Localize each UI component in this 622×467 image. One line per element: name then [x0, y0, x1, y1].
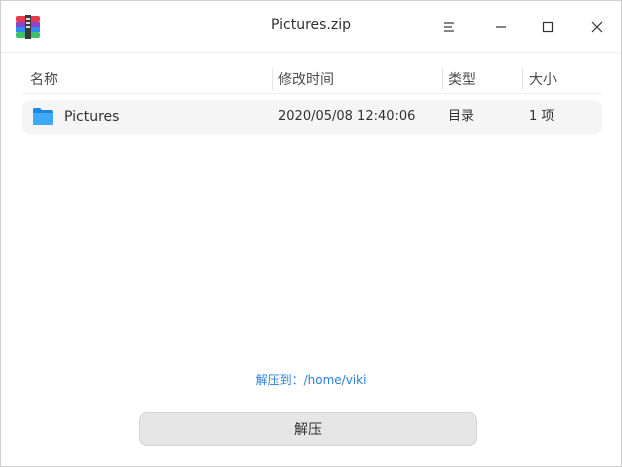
minimize-button[interactable] [487, 13, 515, 41]
extract-button-label: 解压 [294, 422, 322, 438]
menu-icon [444, 22, 454, 32]
column-header-type[interactable]: 类型 [448, 70, 476, 90]
extract-button[interactable]: 解压 [139, 412, 477, 446]
extract-path-link[interactable]: 解压到：/home/viki [1, 371, 621, 388]
extract-to-path: /home/viki [303, 373, 367, 387]
column-header-size[interactable]: 大小 [529, 70, 557, 90]
menu-button[interactable] [435, 13, 463, 41]
row-name: Pictures [64, 109, 120, 125]
minimize-icon [496, 26, 506, 28]
column-divider[interactable] [522, 68, 523, 90]
row-modified: 2020/05/08 12:40:06 [278, 109, 416, 124]
close-button[interactable] [583, 13, 611, 41]
titlebar: Pictures.zip [1, 1, 621, 53]
archive-manager-window: Pictures.zip 名称 修改时间 类型 大小 Pictures 2020… [0, 0, 622, 467]
file-list-header: 名称 修改时间 类型 大小 [22, 64, 602, 94]
window-title: Pictures.zip [270, 17, 351, 33]
maximize-icon [542, 21, 554, 33]
file-list-row[interactable]: Pictures 2020/05/08 12:40:06 目录 1 项 [22, 100, 602, 134]
close-icon [591, 21, 603, 33]
row-type: 目录 [448, 109, 475, 124]
column-header-modified[interactable]: 修改时间 [278, 70, 334, 90]
column-divider[interactable] [272, 68, 273, 90]
column-divider[interactable] [442, 68, 443, 90]
row-size: 1 项 [529, 109, 555, 124]
maximize-button[interactable] [534, 13, 562, 41]
column-header-name[interactable]: 名称 [30, 70, 58, 90]
folder-icon [33, 108, 53, 125]
extract-to-label: 解压到： [255, 373, 304, 387]
